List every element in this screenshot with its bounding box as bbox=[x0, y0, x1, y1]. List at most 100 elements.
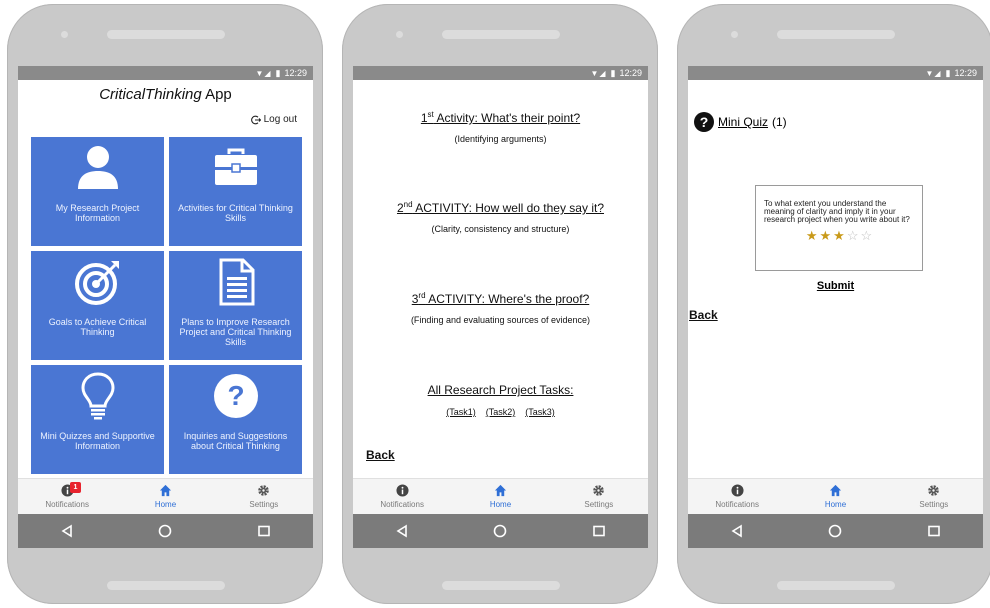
speaker-grille bbox=[442, 30, 560, 39]
submit-button[interactable]: Submit bbox=[688, 280, 983, 292]
star-rating[interactable]: ★★★☆☆ bbox=[764, 229, 916, 242]
activity-title: ACTIVITY: Where's the proof? bbox=[425, 292, 590, 306]
nav-settings[interactable]: Settings bbox=[550, 479, 648, 514]
camera-dot bbox=[61, 31, 68, 38]
tile-research-project[interactable]: My Research Project Information bbox=[31, 137, 164, 246]
recents-square-icon[interactable] bbox=[927, 524, 941, 538]
back-triangle-icon[interactable] bbox=[395, 524, 409, 538]
notification-badge: 1 bbox=[70, 482, 81, 493]
tile-label: Activities for Critical Thinking Skills bbox=[178, 203, 293, 223]
status-bar: ▼◢ ▮ 12:29 bbox=[688, 66, 983, 80]
question-icon: ? bbox=[213, 374, 258, 418]
star-filled-icon[interactable]: ★ bbox=[820, 228, 834, 243]
tile-mini-quizzes[interactable]: Mini Quizzes and Supportive Information bbox=[31, 365, 164, 474]
nav-settings[interactable]: Settings bbox=[215, 479, 313, 514]
activity-title: ACTIVITY: How well do they say it? bbox=[412, 201, 604, 215]
quiz-question-card: To what extent you understand the meanin… bbox=[755, 185, 923, 271]
tile-goals[interactable]: Goals to Achieve Critical Thinking bbox=[31, 251, 164, 360]
screen-activities: ▼◢ ▮ 12:29 1st Activity: What's their po… bbox=[353, 66, 648, 548]
activity-1: 1st Activity: What's their point? (Ident… bbox=[353, 110, 648, 144]
back-triangle-icon[interactable] bbox=[60, 524, 74, 538]
nav-notifications[interactable]: Notifications bbox=[688, 479, 786, 514]
menu-grid: My Research Project Information Activiti… bbox=[31, 137, 302, 474]
system-nav-bar bbox=[688, 514, 983, 548]
quiz-link[interactable]: Mini Quiz bbox=[718, 115, 768, 129]
nav-home[interactable]: Home bbox=[451, 479, 549, 514]
question-circle-icon: ? bbox=[694, 112, 714, 132]
back-link[interactable]: Back bbox=[689, 308, 718, 322]
nav-home[interactable]: Home bbox=[116, 479, 214, 514]
person-icon bbox=[77, 146, 118, 189]
nav-label: Notifications bbox=[380, 500, 424, 509]
home-circle-icon[interactable] bbox=[158, 524, 172, 538]
tile-inquiries[interactable]: ? Inquiries and Suggestions about Critic… bbox=[169, 365, 302, 474]
activity-num: 1 bbox=[420, 111, 428, 125]
system-nav-bar bbox=[18, 514, 313, 548]
star-filled-icon[interactable]: ★ bbox=[833, 228, 847, 243]
briefcase-icon bbox=[214, 148, 257, 185]
nav-home[interactable]: Home bbox=[786, 479, 884, 514]
all-tasks-section: All Research Project Tasks: (Task1) (Tas… bbox=[353, 383, 648, 417]
camera-dot bbox=[731, 31, 738, 38]
svg-text:?: ? bbox=[227, 380, 244, 411]
phone-frame-3: ▼◢ ▮ 12:29 ? Mini Quiz (1) To what exten… bbox=[677, 4, 990, 604]
star-filled-icon[interactable]: ★ bbox=[806, 228, 820, 243]
star-empty-icon[interactable]: ☆ bbox=[847, 228, 861, 243]
nav-label: Home bbox=[154, 500, 177, 509]
task-link-2[interactable]: (Task2) bbox=[486, 407, 516, 417]
nav-label: Notifications bbox=[45, 500, 89, 509]
quiz-count: (1) bbox=[772, 115, 787, 129]
phone-chin bbox=[107, 581, 225, 590]
speaker-grille bbox=[777, 30, 895, 39]
tile-activities[interactable]: Activities for Critical Thinking Skills bbox=[169, 137, 302, 246]
gear-icon bbox=[593, 485, 605, 496]
task-link-3[interactable]: (Task3) bbox=[525, 407, 555, 417]
activity-2: 2nd ACTIVITY: How well do they say it? (… bbox=[353, 200, 648, 234]
activity-3-link[interactable]: 3rd ACTIVITY: Where's the proof? bbox=[353, 291, 648, 306]
star-empty-icon[interactable]: ☆ bbox=[860, 228, 874, 243]
screen-home: ▼◢ ▮ 12:29 CriticalThinking App Log out … bbox=[18, 66, 313, 548]
all-tasks-heading[interactable]: All Research Project Tasks: bbox=[353, 383, 648, 397]
tile-label: My Research Project Information bbox=[55, 203, 140, 223]
logout-icon bbox=[250, 115, 261, 124]
screen-mini-quiz: ▼◢ ▮ 12:29 ? Mini Quiz (1) To what exten… bbox=[688, 66, 983, 548]
activity-3: 3rd ACTIVITY: Where's the proof? (Findin… bbox=[353, 291, 648, 325]
system-nav-bar bbox=[353, 514, 648, 548]
battery-icon: ▮ bbox=[610, 67, 616, 78]
recents-square-icon[interactable] bbox=[592, 524, 606, 538]
task-link-1[interactable]: (Task1) bbox=[446, 407, 476, 417]
bottom-nav: Notifications Home Settings bbox=[688, 478, 983, 514]
home-circle-icon[interactable] bbox=[493, 524, 507, 538]
nav-settings[interactable]: Settings bbox=[885, 479, 983, 514]
tile-plans[interactable]: Plans to Improve Research Project and Cr… bbox=[169, 251, 302, 360]
tile-label: Goals to Achieve Critical Thinking bbox=[48, 317, 147, 337]
activity-sup: nd bbox=[403, 200, 413, 209]
activity-subtitle: (Clarity, consistency and structure) bbox=[431, 224, 570, 234]
quiz-header: ? Mini Quiz (1) bbox=[694, 112, 787, 132]
home-circle-icon[interactable] bbox=[828, 524, 842, 538]
logout-button[interactable]: Log out bbox=[250, 114, 297, 125]
phone-frame-2: ▼◢ ▮ 12:29 1st Activity: What's their po… bbox=[342, 4, 658, 604]
logout-label: Log out bbox=[263, 114, 297, 125]
tile-label: Inquiries and Suggestions about Critical… bbox=[183, 431, 288, 451]
activity-2-link[interactable]: 2nd ACTIVITY: How well do they say it? bbox=[353, 200, 648, 215]
status-bar: ▼◢ ▮ 12:29 bbox=[18, 66, 313, 80]
app-title: CriticalThinking App bbox=[18, 86, 313, 103]
activity-1-link[interactable]: 1st Activity: What's their point? bbox=[353, 110, 648, 125]
back-link[interactable]: Back bbox=[366, 448, 395, 462]
app-title-italic: CriticalThinking bbox=[99, 86, 202, 103]
back-triangle-icon[interactable] bbox=[730, 524, 744, 538]
activity-title: Activity: What's their point? bbox=[433, 111, 581, 125]
activity-sup: rd bbox=[418, 291, 426, 300]
target-icon bbox=[74, 261, 119, 305]
info-icon bbox=[396, 484, 409, 497]
lightbulb-icon bbox=[80, 372, 115, 420]
nav-notifications[interactable]: Notifications bbox=[353, 479, 451, 514]
gear-icon bbox=[258, 485, 270, 496]
info-icon bbox=[731, 484, 744, 497]
recents-square-icon[interactable] bbox=[257, 524, 271, 538]
nav-notifications[interactable]: 1 Notifications bbox=[18, 479, 116, 514]
camera-dot bbox=[396, 31, 403, 38]
speaker-grille bbox=[107, 30, 225, 39]
signal-icon: ▼◢ bbox=[255, 68, 272, 78]
